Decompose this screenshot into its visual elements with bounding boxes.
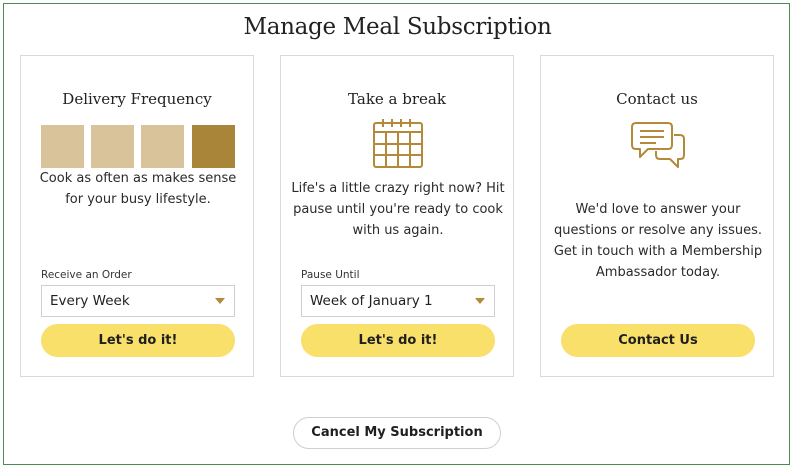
chevron-down-icon xyxy=(215,298,225,304)
delivery-frequency-card: Delivery Frequency Cook as often as make… xyxy=(20,55,254,377)
pause-until-label: Pause Until xyxy=(301,269,360,281)
chat-bubbles-icon xyxy=(628,117,688,171)
card-title: Contact us xyxy=(616,90,698,108)
pause-until-select-value: Week of January 1 xyxy=(310,293,433,309)
frequency-swatches xyxy=(41,125,235,168)
card-title: Delivery Frequency xyxy=(62,90,212,108)
calendar-icon xyxy=(368,117,428,171)
contact-us-button[interactable]: Contact Us xyxy=(561,324,755,357)
chevron-down-icon xyxy=(475,298,485,304)
frequency-select[interactable]: Every Week xyxy=(41,285,235,317)
pause-submit-button[interactable]: Let's do it! xyxy=(301,324,495,357)
contact-card: Contact us We'd love to answer your ques… xyxy=(540,55,774,377)
frequency-submit-button[interactable]: Let's do it! xyxy=(41,324,235,357)
frequency-swatch-3[interactable] xyxy=(141,125,184,168)
frequency-swatch-2[interactable] xyxy=(91,125,134,168)
pause-card: Take a break Life's a little crazy right… xyxy=(280,55,514,377)
receive-order-label: Receive an Order xyxy=(41,269,132,281)
cancel-subscription-button[interactable]: Cancel My Subscription xyxy=(293,417,501,449)
card-description: We'd love to answer your questions or re… xyxy=(553,202,763,280)
card-description: Cook as often as makes sense for your bu… xyxy=(39,171,237,207)
frequency-select-value: Every Week xyxy=(50,293,130,309)
page-title: Manage Meal Subscription xyxy=(243,14,552,40)
card-title: Take a break xyxy=(348,90,446,108)
card-description: Life's a little crazy right now? Hit pau… xyxy=(291,181,505,238)
frequency-swatch-4-selected[interactable] xyxy=(192,125,235,168)
frequency-swatch-1[interactable] xyxy=(41,125,84,168)
pause-until-select[interactable]: Week of January 1 xyxy=(301,285,495,317)
